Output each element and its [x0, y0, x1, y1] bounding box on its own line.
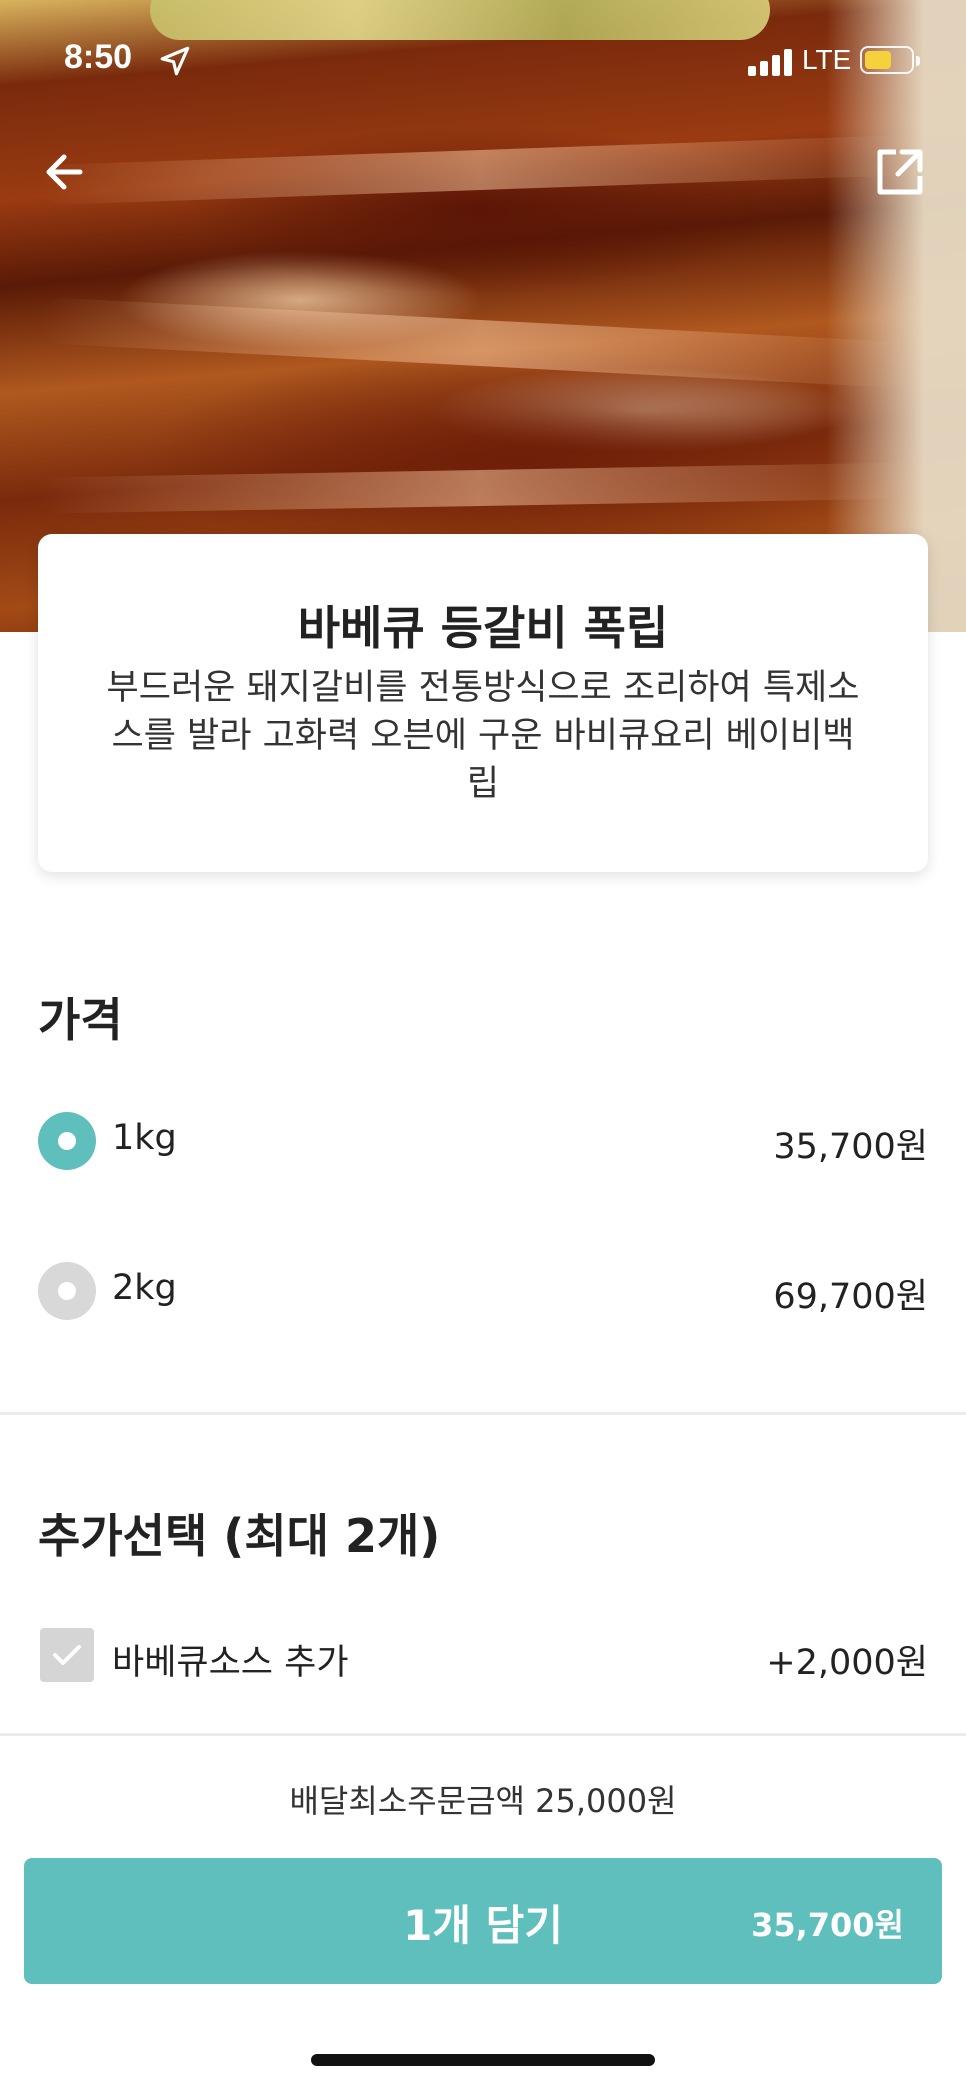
- share-icon[interactable]: [868, 140, 932, 204]
- status-time: 8:50: [64, 38, 133, 76]
- back-arrow-icon[interactable]: [36, 140, 100, 204]
- radio-unselected-icon[interactable]: [38, 1262, 96, 1320]
- option-price: 69,700원: [773, 1277, 928, 1317]
- extra-section-title: 추가선택 (최대 2개): [38, 1509, 441, 1563]
- section-divider: [0, 1412, 966, 1415]
- extra-option-bbq-sauce[interactable]: 바베큐소스 추가 +2,000원: [38, 1622, 928, 1692]
- checkbox-icon[interactable]: [40, 1628, 94, 1682]
- menu-title: 바베큐 등갈비 폭립: [297, 601, 669, 655]
- option-label: 바베큐소스 추가: [112, 1643, 349, 1683]
- radio-selected-icon[interactable]: [38, 1112, 96, 1170]
- home-indicator[interactable]: [311, 2054, 655, 2066]
- price-option-2kg[interactable]: 2kg 69,700원: [38, 1256, 928, 1326]
- location-arrow-icon: [160, 46, 190, 76]
- cart-total-price: 35,700원: [751, 1906, 904, 1944]
- option-price: 35,700원: [773, 1127, 928, 1167]
- option-price: +2,000원: [766, 1643, 928, 1683]
- status-bar: 8:50 LTE: [0, 0, 966, 120]
- price-section-title: 가격: [38, 993, 123, 1047]
- minimum-order-notice: 배달최소주문금액 25,000원: [289, 1782, 677, 1820]
- add-to-cart-button[interactable]: 1개 담기 35,700원: [24, 1858, 942, 1984]
- price-option-1kg[interactable]: 1kg 35,700원: [38, 1106, 928, 1176]
- network-type: LTE: [802, 44, 852, 75]
- option-label: 2kg: [112, 1268, 177, 1308]
- option-label: 1kg: [112, 1118, 177, 1158]
- battery-icon: [860, 46, 920, 74]
- menu-info-card: 바베큐 등갈비 폭립 부드러운 돼지갈비를 전통방식으로 조리하여 특제소스를 …: [38, 534, 928, 872]
- signal-strength-icon: [748, 48, 794, 76]
- menu-description: 부드러운 돼지갈비를 전통방식으로 조리하여 특제소스를 발라 고화력 오븐에 …: [106, 668, 860, 804]
